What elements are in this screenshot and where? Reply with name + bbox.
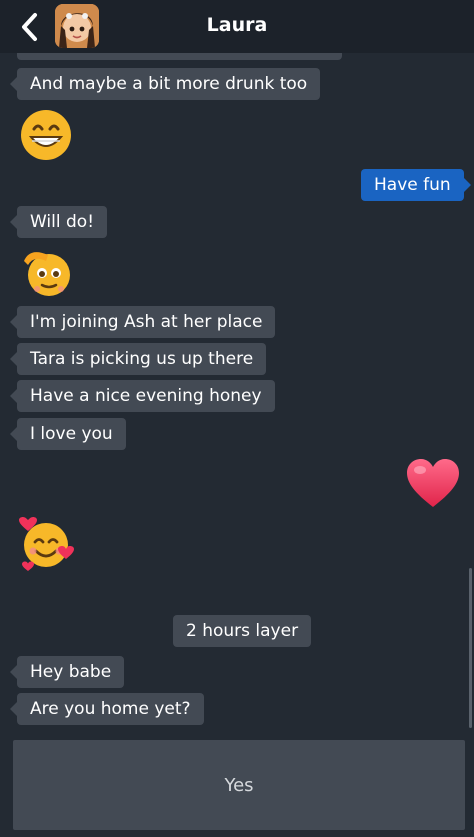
message-bubble-partial [17, 53, 342, 60]
message-text: I'm joining Ash at her place [30, 312, 263, 332]
message-bubble: Hey babe [9, 656, 125, 688]
message-text: Will do! [30, 212, 95, 232]
reply-option-button[interactable]: Yes [13, 740, 465, 830]
scrollbar[interactable] [469, 568, 472, 728]
message-bubble: Have a nice evening honey [10, 380, 275, 412]
red-heart-icon [405, 457, 461, 513]
message-text: Have fun [374, 175, 451, 195]
message-bubble: Are you home yet? [10, 693, 204, 725]
timestamp-label: 2 hours layer [173, 615, 312, 647]
message-bubble: And maybe a bit more drunk too [9, 68, 321, 100]
message-bubble: I love you [10, 418, 126, 450]
message-bubble: Will do! [9, 206, 108, 238]
smiling-face-with-hearts-icon [18, 517, 76, 577]
timestamp-text: 2 hours layer [186, 621, 299, 641]
message-bubble: Tara is picking us up there [9, 343, 267, 375]
message-text: I love you [30, 424, 113, 444]
grinning-face-icon [20, 109, 72, 165]
saluting-face-icon [20, 245, 74, 303]
contact-name: Laura [206, 14, 268, 36]
message-bubble: I'm joining Ash at her place [9, 306, 276, 338]
message-text: Have a nice evening honey [30, 386, 262, 406]
message-text: Hey babe [30, 662, 112, 682]
message-text: Are you home yet? [30, 699, 191, 719]
chat-header: Laura [0, 0, 474, 53]
message-text: And maybe a bit more drunk too [30, 74, 308, 94]
message-bubble-outgoing: Have fun [361, 169, 471, 201]
message-text: Tara is picking us up there [30, 349, 254, 369]
reply-option-label: Yes [224, 775, 254, 796]
message-list[interactable]: And maybe a bit more drunk too Have fun … [0, 53, 474, 730]
